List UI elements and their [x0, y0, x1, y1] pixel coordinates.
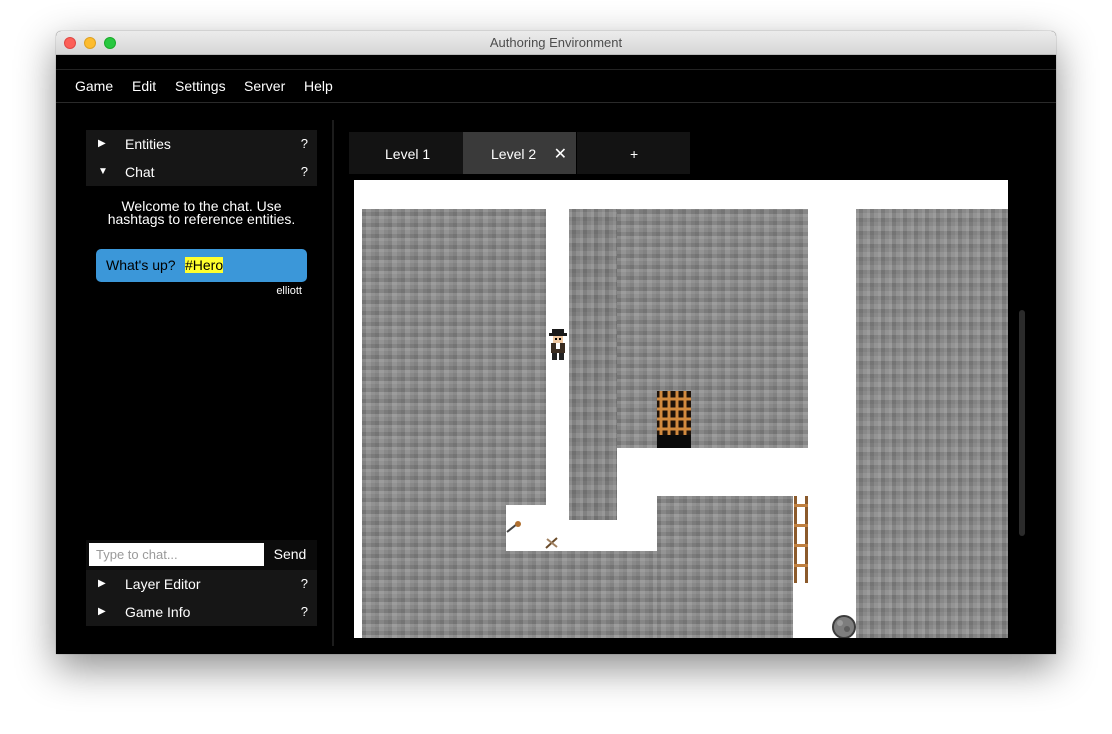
boulder-icon[interactable]: [832, 615, 856, 638]
send-button[interactable]: Send: [269, 543, 311, 566]
menu-game[interactable]: Game: [75, 78, 113, 94]
menu-help[interactable]: Help: [304, 78, 333, 94]
chat-message-text: What's up?: [106, 257, 176, 273]
expanded-arrow-icon: ▼: [98, 166, 108, 177]
add-tab-button[interactable]: +: [577, 132, 690, 174]
chat-message-author: elliott: [276, 285, 302, 297]
tab-level-2[interactable]: Level 2 ✕: [463, 132, 576, 174]
tab-label: Level 2: [491, 146, 537, 162]
menu-bar: Game Edit Settings Server Help: [56, 69, 1056, 103]
game-info-section-header[interactable]: ▶ Game Info ?: [86, 598, 317, 626]
level-vertical-scrollbar[interactable]: [1016, 180, 1028, 640]
help-icon[interactable]: ?: [301, 604, 308, 619]
stone-wall: [569, 209, 617, 520]
layer-editor-section-header[interactable]: ▶ Layer Editor ?: [86, 570, 317, 598]
portcullis-icon[interactable]: [657, 391, 691, 448]
add-icon: +: [630, 146, 639, 162]
torch-icon[interactable]: [506, 520, 522, 534]
chat-hashtag[interactable]: #Hero: [185, 257, 224, 273]
section-label: Layer Editor: [125, 576, 201, 592]
welcome-line: hashtags to reference entities.: [107, 211, 296, 227]
scrollbar-thumb[interactable]: [1019, 310, 1025, 536]
stone-wall: [362, 209, 546, 505]
section-label: Game Info: [125, 604, 191, 620]
panel-divider[interactable]: [332, 120, 334, 646]
chat-input[interactable]: [89, 543, 264, 566]
chat-message-bubble: What's up? #Hero: [96, 249, 307, 282]
stone-wall: [506, 551, 658, 638]
hero-sprite-icon[interactable]: [547, 327, 569, 361]
menu-server[interactable]: Server: [244, 78, 285, 94]
bones-icon[interactable]: [544, 536, 560, 550]
tab-level-1[interactable]: Level 1: [349, 132, 463, 174]
stone-wall: [657, 496, 793, 638]
chat-panel: Welcome to the chat. Use hashtags to ref…: [86, 186, 317, 540]
window-title: Authoring Environment: [489, 35, 623, 50]
section-label: Entities: [125, 136, 171, 152]
ladder-icon[interactable]: [793, 496, 809, 583]
title-bar: Authoring Environment: [56, 31, 1056, 55]
section-label: Chat: [125, 164, 155, 180]
stone-wall: [856, 209, 1008, 638]
collapsed-arrow-icon: ▶: [98, 606, 106, 617]
chat-section-header[interactable]: ▼ Chat ?: [86, 158, 317, 186]
stone-wall: [362, 505, 506, 638]
tab-label: Level 1: [385, 146, 431, 162]
sidebar-accordion: ▶ Entities ? ▼ Chat ? Welcome to the cha…: [86, 130, 317, 626]
collapsed-arrow-icon: ▶: [98, 578, 106, 589]
collapsed-arrow-icon: ▶: [98, 138, 106, 149]
help-icon[interactable]: ?: [301, 136, 308, 151]
menu-settings[interactable]: Settings: [175, 78, 226, 94]
entities-section-header[interactable]: ▶ Entities ?: [86, 130, 317, 158]
chat-welcome-text: Welcome to the chat. Use hashtags to ref…: [86, 199, 317, 227]
help-icon[interactable]: ?: [301, 164, 308, 179]
stone-wall: [617, 209, 808, 448]
close-tab-icon[interactable]: ✕: [554, 144, 567, 164]
help-icon[interactable]: ?: [301, 576, 308, 591]
menu-edit[interactable]: Edit: [132, 78, 156, 94]
app-window: Authoring Environment Game Edit Settings…: [56, 31, 1056, 654]
level-canvas[interactable]: [354, 180, 1008, 638]
